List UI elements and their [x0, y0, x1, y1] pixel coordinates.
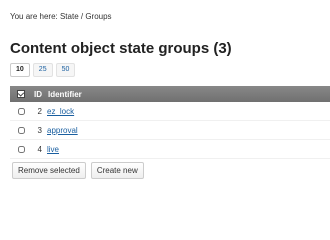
row-checkbox[interactable]: [17, 145, 25, 153]
table-row: 4 live: [10, 140, 330, 159]
row-id: 2: [37, 106, 42, 116]
table-header: ID Identifier: [10, 86, 330, 102]
row-checkbox[interactable]: [17, 126, 25, 134]
column-header-identifier: Identifier: [48, 89, 82, 99]
row-identifier-link[interactable]: live: [47, 145, 59, 154]
row-id: 4: [37, 144, 42, 154]
table-row: 2 ez_lock: [10, 102, 330, 121]
table-row: 3 approval: [10, 121, 330, 140]
page-size-10[interactable]: 10: [10, 63, 30, 77]
column-header-id: ID: [34, 89, 42, 99]
page-size-selector: 10 25 50: [10, 63, 76, 77]
row-identifier-link[interactable]: approval: [47, 126, 78, 135]
row-id: 3: [37, 125, 42, 135]
page-title: Content object state groups (3): [10, 40, 232, 57]
page-size-25[interactable]: 25: [32, 63, 53, 77]
breadcrumb: You are here: State / Groups: [10, 12, 112, 21]
row-checkbox[interactable]: [17, 107, 25, 115]
row-identifier-link[interactable]: ez_lock: [47, 107, 74, 116]
page-size-50[interactable]: 50: [55, 63, 76, 77]
remove-selected-button[interactable]: Remove selected: [12, 162, 86, 179]
state-groups-table: ID Identifier 2 ez_lock 3 approval 4 liv…: [10, 86, 330, 159]
header-check-cell: [10, 90, 32, 98]
action-bar: Remove selected Create new: [12, 162, 144, 179]
create-new-button[interactable]: Create new: [90, 162, 144, 179]
checkbox-toggle-icon[interactable]: [17, 90, 25, 98]
